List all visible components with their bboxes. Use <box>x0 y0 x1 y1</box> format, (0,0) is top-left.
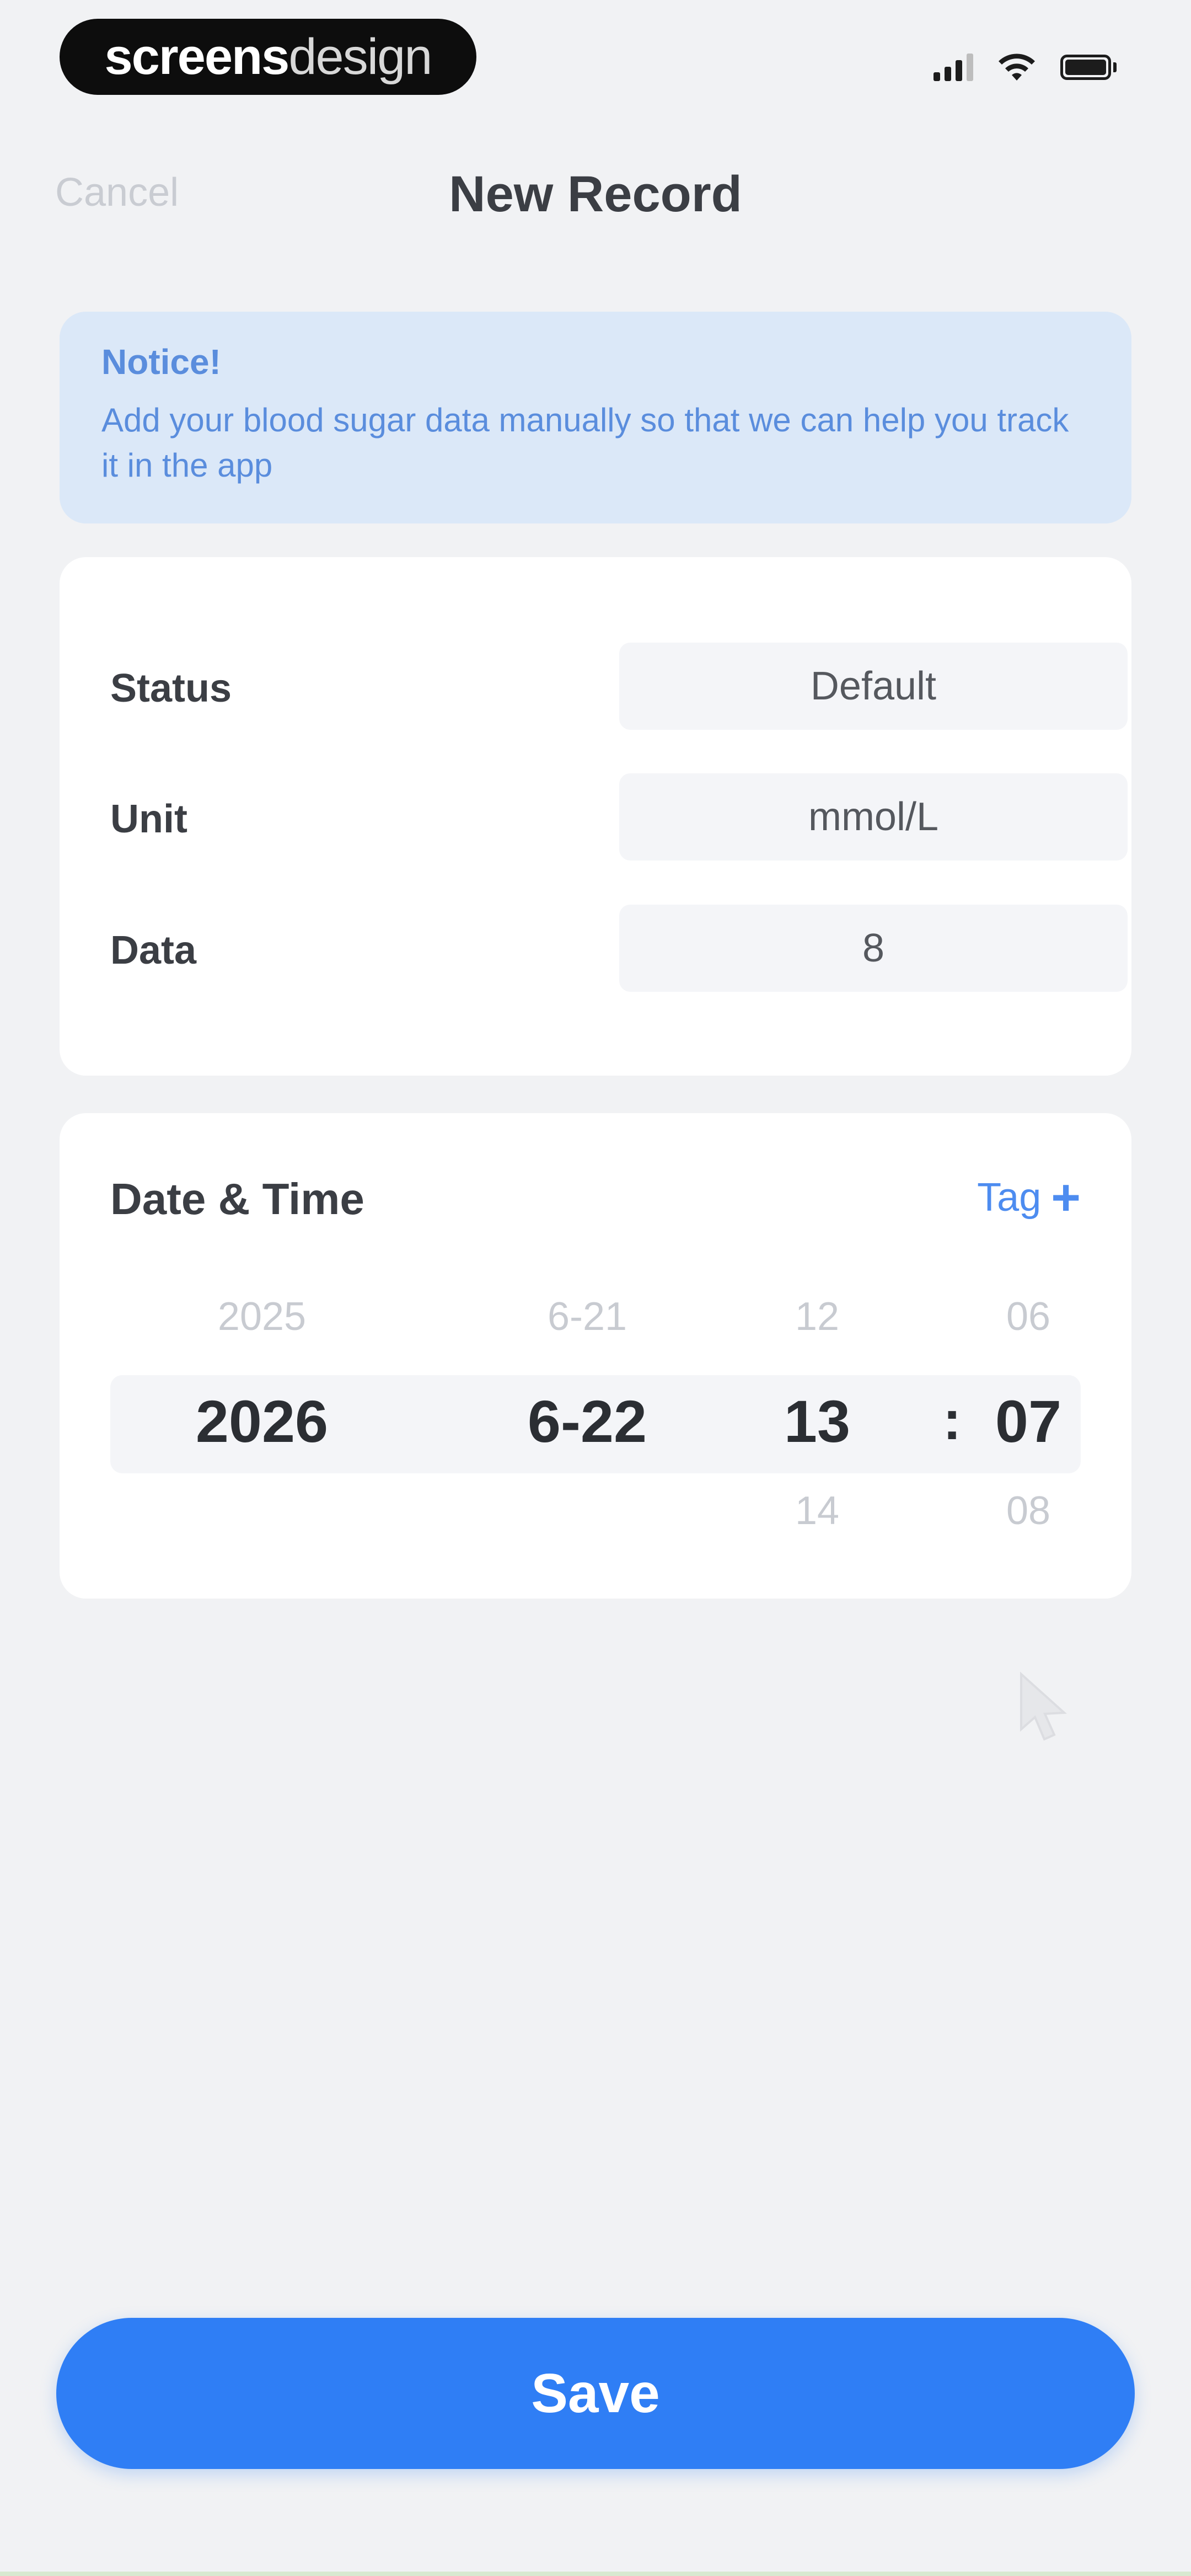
unit-label: Unit <box>110 797 187 841</box>
data-label: Data <box>110 928 197 972</box>
date-time-card: Date & Time Tag + 2025 2026 6-21 6-22 12… <box>60 1113 1131 1599</box>
bottom-edge <box>0 2572 1191 2576</box>
page-title: New Record <box>449 166 742 222</box>
hour-prev[interactable]: 12 <box>754 1294 881 1339</box>
hour-current[interactable]: 13 <box>754 1387 881 1456</box>
unit-row: Unit mmol/L <box>110 773 1136 862</box>
notice-banner: Notice! Add your blood sugar data manual… <box>60 312 1131 523</box>
hour-next[interactable]: 14 <box>754 1488 881 1533</box>
year-wheel[interactable]: 2025 2026 <box>171 1279 353 1532</box>
brand-bold-text: screens <box>104 28 290 85</box>
battery-icon <box>1060 55 1117 80</box>
plus-icon: + <box>1051 1169 1081 1226</box>
date-time-picker[interactable]: 2025 2026 6-21 6-22 12 13 14 : 06 07 08 <box>110 1279 1081 1533</box>
date-time-title: Date & Time <box>110 1174 364 1223</box>
unit-select[interactable]: mmol/L <box>619 773 1128 861</box>
brand-light-text: design <box>288 28 432 85</box>
status-row: Status Default <box>110 643 1136 731</box>
notice-text: Add your blood sugar data manually so th… <box>101 402 1069 484</box>
navigation-bar: Cancel New Record <box>0 143 1191 243</box>
pointer-cursor-icon <box>1020 1671 1067 1741</box>
new-record-screen: screens design Cancel New Record Notice! … <box>0 0 1191 2576</box>
hour-wheel[interactable]: 12 13 14 <box>754 1279 881 1533</box>
signal-icon <box>934 54 973 81</box>
data-input[interactable]: 8 <box>619 905 1128 992</box>
date-wheel[interactable]: 6-21 6-22 <box>496 1279 678 1532</box>
record-form-card: Status Default Unit mmol/L Data 8 <box>60 557 1131 1076</box>
year-prev[interactable]: 2025 <box>171 1294 353 1339</box>
minute-wheel[interactable]: 06 07 08 <box>981 1279 1075 1533</box>
data-row: Data 8 <box>110 905 1136 993</box>
date-prev[interactable]: 6-21 <box>496 1294 678 1339</box>
minute-next[interactable]: 08 <box>981 1488 1075 1533</box>
notice-title: Notice! <box>101 342 221 382</box>
year-current[interactable]: 2026 <box>171 1387 353 1456</box>
time-separator: : <box>943 1389 962 1451</box>
minute-current[interactable]: 07 <box>981 1387 1075 1456</box>
add-tag-button[interactable]: Tag + <box>977 1169 1081 1226</box>
status-label: Status <box>110 666 232 710</box>
save-button[interactable]: Save <box>56 2318 1135 2469</box>
system-icons <box>934 51 1117 84</box>
minute-prev[interactable]: 06 <box>981 1294 1075 1339</box>
wifi-icon <box>999 54 1035 81</box>
status-select[interactable]: Default <box>619 643 1128 730</box>
status-bar: screens design <box>0 0 1191 116</box>
date-current[interactable]: 6-22 <box>496 1387 678 1456</box>
tag-label: Tag <box>977 1175 1042 1220</box>
brand-badge: screens design <box>60 19 476 95</box>
